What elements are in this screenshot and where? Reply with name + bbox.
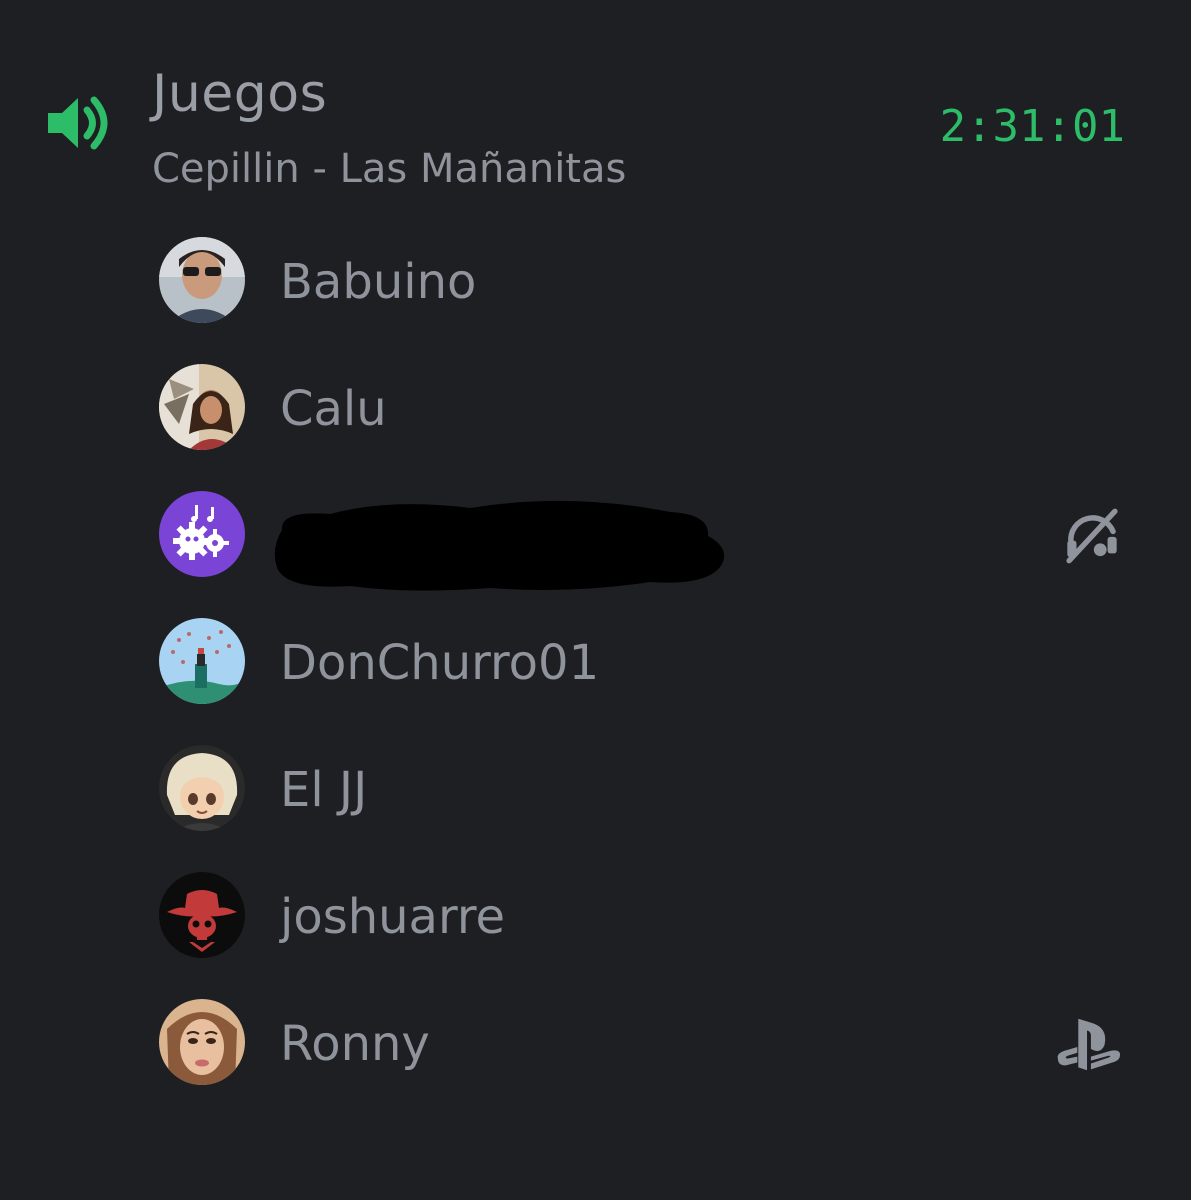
music-bot-avatar[interactable] [159,491,245,577]
member-name: Babuino [280,254,477,310]
channel-status: Cepillin - Las Mañanitas [152,146,627,192]
voice-member-row[interactable]: Ronny [0,984,1191,1111]
landscape-avatar[interactable] [159,618,245,704]
anime-avatar[interactable] [159,745,245,831]
voice-member-row[interactable]: El JJ [0,730,1191,857]
cowboy-skull-avatar[interactable] [159,872,245,958]
member-name: Ronny [280,1016,430,1072]
redacted-name [270,490,730,594]
voice-member-list: Babuino Calu DonChurro01 El JJ joshuarre… [0,222,1191,1111]
speaker-icon [44,88,114,158]
avatar[interactable] [159,364,245,450]
voice-member-row[interactable] [0,476,1191,603]
voice-member-row[interactable]: Babuino [0,222,1191,349]
call-timer: 2:31:01 [939,101,1125,152]
avatar[interactable] [159,999,245,1085]
member-name: El JJ [280,762,368,818]
voice-member-row[interactable]: joshuarre [0,857,1191,984]
member-name: Calu [280,381,387,437]
voice-member-row[interactable]: DonChurro01 [0,603,1191,730]
member-name: DonChurro01 [280,635,600,691]
voice-member-row[interactable]: Calu [0,349,1191,476]
channel-name: Juegos [152,64,328,124]
music-off-icon [1060,504,1130,574]
playstation-icon [1054,1012,1124,1082]
member-name: joshuarre [280,889,506,945]
voice-channel-header[interactable]: Juegos Cepillin - Las Mañanitas 2:31:01 [0,0,1191,210]
avatar[interactable] [159,237,245,323]
